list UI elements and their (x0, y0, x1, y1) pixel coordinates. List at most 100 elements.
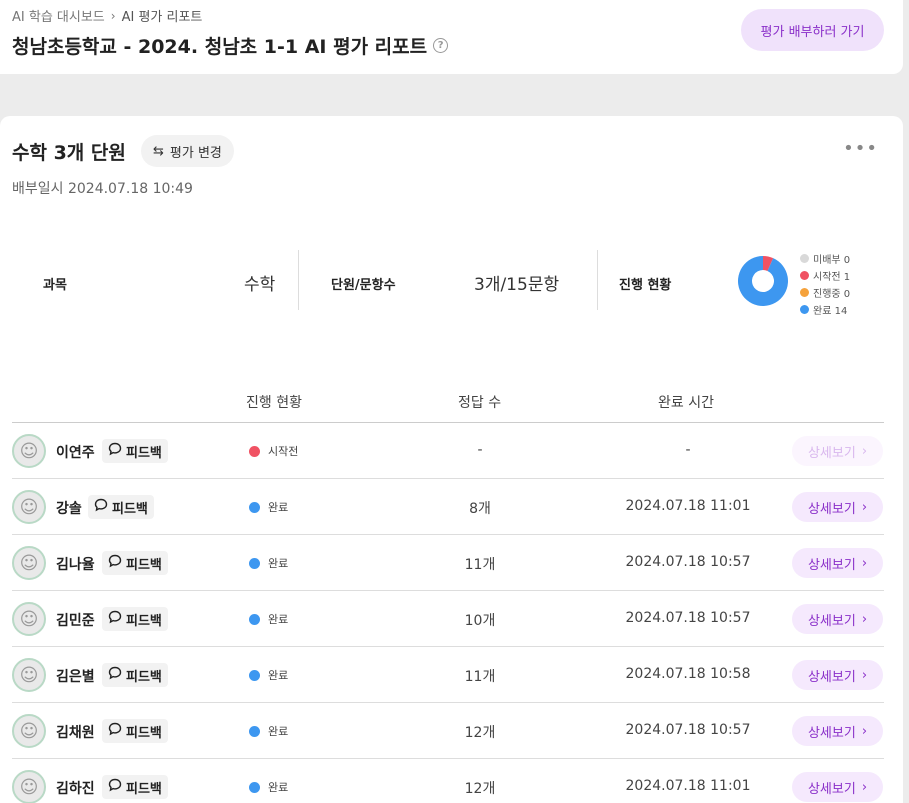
score-value: 12개 (464, 725, 496, 741)
status-dot-icon (249, 725, 260, 737)
status-badge: 완료 (249, 611, 288, 627)
header-time: 완료 시간 (658, 395, 714, 411)
detail-button[interactable]: 상세보기 › (792, 660, 883, 690)
divider (597, 250, 598, 310)
breadcrumb-parent[interactable]: AI 학습 대시보드 (12, 6, 105, 25)
score-value: 12개 (464, 781, 496, 797)
smiley-icon: ☺ (19, 496, 39, 518)
legend-dot-icon (800, 305, 809, 314)
breadcrumb-separator-icon: › (110, 8, 116, 23)
page-title: 청남초등학교 - 2024. 청남초 1-1 AI 평가 리포트 (12, 36, 428, 58)
chevron-right-icon: › (861, 499, 868, 515)
chevron-right-icon: › (861, 779, 868, 795)
progress-label: 진행 현황 (619, 278, 672, 293)
status-dot-icon (249, 781, 260, 793)
status-badge: 완료 (249, 723, 288, 739)
page-title-wrap: 청남초등학교 - 2024. 청남초 1-1 AI 평가 리포트 ? (12, 32, 449, 59)
chevron-right-icon: › (861, 667, 868, 683)
score-value: 11개 (464, 557, 496, 573)
completion-time: 2024.07.18 11:01 (625, 778, 751, 794)
divider (298, 250, 299, 310)
more-options-icon[interactable]: ••• (843, 138, 878, 159)
feedback-label: 피드백 (126, 725, 162, 741)
subject-value: 수학 (244, 275, 276, 295)
header-status: 진행 현황 (246, 395, 302, 411)
table-header: 진행 현황 정답 수 완료 시간 (12, 380, 884, 423)
swap-icon: ⇆ (153, 143, 164, 159)
go-distribute-button[interactable]: 평가 배부하러 가기 (741, 9, 884, 51)
change-eval-label: 평가 변경 (169, 145, 222, 161)
avatar: ☺ (12, 434, 46, 468)
table-row: ☺ 김채원 피드백 완료 12개 2024.07.18 10:57 상세보기 › (12, 703, 884, 759)
legend-dot-icon (800, 271, 809, 280)
table-row: ☺ 김민준 피드백 완료 10개 2024.07.18 10:57 상세보기 › (12, 591, 884, 647)
status-dot-icon (249, 613, 260, 625)
table-row: ☺ 김나율 피드백 완료 11개 2024.07.18 10:57 상세보기 › (12, 535, 884, 591)
avatar: ☺ (12, 602, 46, 636)
status-dot-icon (249, 501, 260, 513)
feedback-label: 피드백 (126, 669, 162, 685)
feedback-button[interactable]: 피드백 (102, 551, 168, 575)
speech-bubble-icon (94, 498, 108, 516)
status-label: 완료 (268, 781, 289, 794)
detail-label: 상세보기 (807, 725, 856, 741)
smiley-icon: ☺ (19, 440, 39, 462)
detail-button[interactable]: 상세보기 › (792, 548, 883, 578)
change-eval-button[interactable]: ⇆ 평가 변경 (141, 135, 234, 167)
summary-bar: 과목 수학 단원/문항수 3개/15문항 진행 현황 미배부 0 시작전 1 진행중… (12, 250, 884, 317)
completion-time: - (685, 442, 691, 458)
detail-label: 상세보기 (807, 781, 856, 797)
status-label: 완료 (268, 501, 289, 514)
feedback-button[interactable]: 피드백 (102, 663, 168, 687)
donut-slice-3 (738, 256, 788, 306)
detail-label: 상세보기 (807, 445, 856, 461)
speech-bubble-icon (108, 722, 122, 740)
status-badge: 시작전 (249, 443, 298, 459)
speech-bubble-icon (108, 554, 122, 572)
status-dot-icon (249, 669, 260, 681)
legend-label: 진행중 0 (813, 289, 851, 300)
legend-item: 시작전 1 (800, 267, 850, 284)
feedback-label: 피드백 (126, 781, 162, 797)
chevron-right-icon: › (861, 443, 868, 459)
score-value: 11개 (464, 669, 496, 685)
feedback-button[interactable]: 피드백 (102, 719, 168, 743)
legend-label: 완료 14 (813, 306, 848, 317)
detail-button[interactable]: 상세보기 › (792, 492, 883, 522)
table-row: ☺ 강솔 피드백 완료 8개 2024.07.18 11:01 상세보기 › (12, 479, 884, 535)
detail-button[interactable]: 상세보기 › (792, 436, 883, 466)
chevron-right-icon: › (861, 723, 868, 739)
feedback-label: 피드백 (112, 501, 148, 517)
feedback-button[interactable]: 피드백 (102, 775, 168, 799)
speech-bubble-icon (108, 666, 122, 684)
completion-time: 2024.07.18 10:57 (625, 610, 751, 626)
progress-donut-chart (738, 256, 788, 306)
chevron-right-icon: › (861, 611, 868, 627)
smiley-icon: ☺ (19, 664, 39, 686)
smiley-icon: ☺ (19, 776, 39, 798)
detail-label: 상세보기 (807, 501, 856, 517)
detail-button[interactable]: 상세보기 › (792, 716, 883, 746)
feedback-button[interactable]: 피드백 (88, 495, 154, 519)
student-name: 김나율 (56, 557, 95, 573)
feedback-button[interactable]: 피드백 (102, 607, 168, 631)
detail-button[interactable]: 상세보기 › (792, 772, 883, 802)
detail-label: 상세보기 (807, 557, 856, 573)
completion-time: 2024.07.18 10:57 (625, 554, 751, 570)
avatar: ☺ (12, 658, 46, 692)
student-name: 강솔 (56, 501, 82, 517)
legend-item: 미배부 0 (800, 250, 850, 267)
header-score: 정답 수 (458, 395, 502, 411)
table-row: ☺ 김은별 피드백 완료 11개 2024.07.18 10:58 상세보기 › (12, 647, 884, 703)
units-label: 단원/문항수 (331, 278, 396, 293)
help-icon[interactable]: ? (433, 38, 449, 53)
chevron-right-icon: › (861, 555, 868, 571)
status-label: 완료 (268, 557, 289, 570)
status-label: 완료 (268, 669, 289, 682)
detail-button[interactable]: 상세보기 › (792, 604, 883, 634)
status-badge: 완료 (249, 555, 288, 571)
distribution-date: 배부일시 2024.07.18 10:49 (12, 181, 193, 197)
report-card: 수학 3개 단원 ⇆ 평가 변경 ••• 배부일시 2024.07.18 10:… (0, 116, 903, 803)
subject-label: 과목 (43, 278, 67, 293)
feedback-button[interactable]: 피드백 (102, 439, 168, 463)
